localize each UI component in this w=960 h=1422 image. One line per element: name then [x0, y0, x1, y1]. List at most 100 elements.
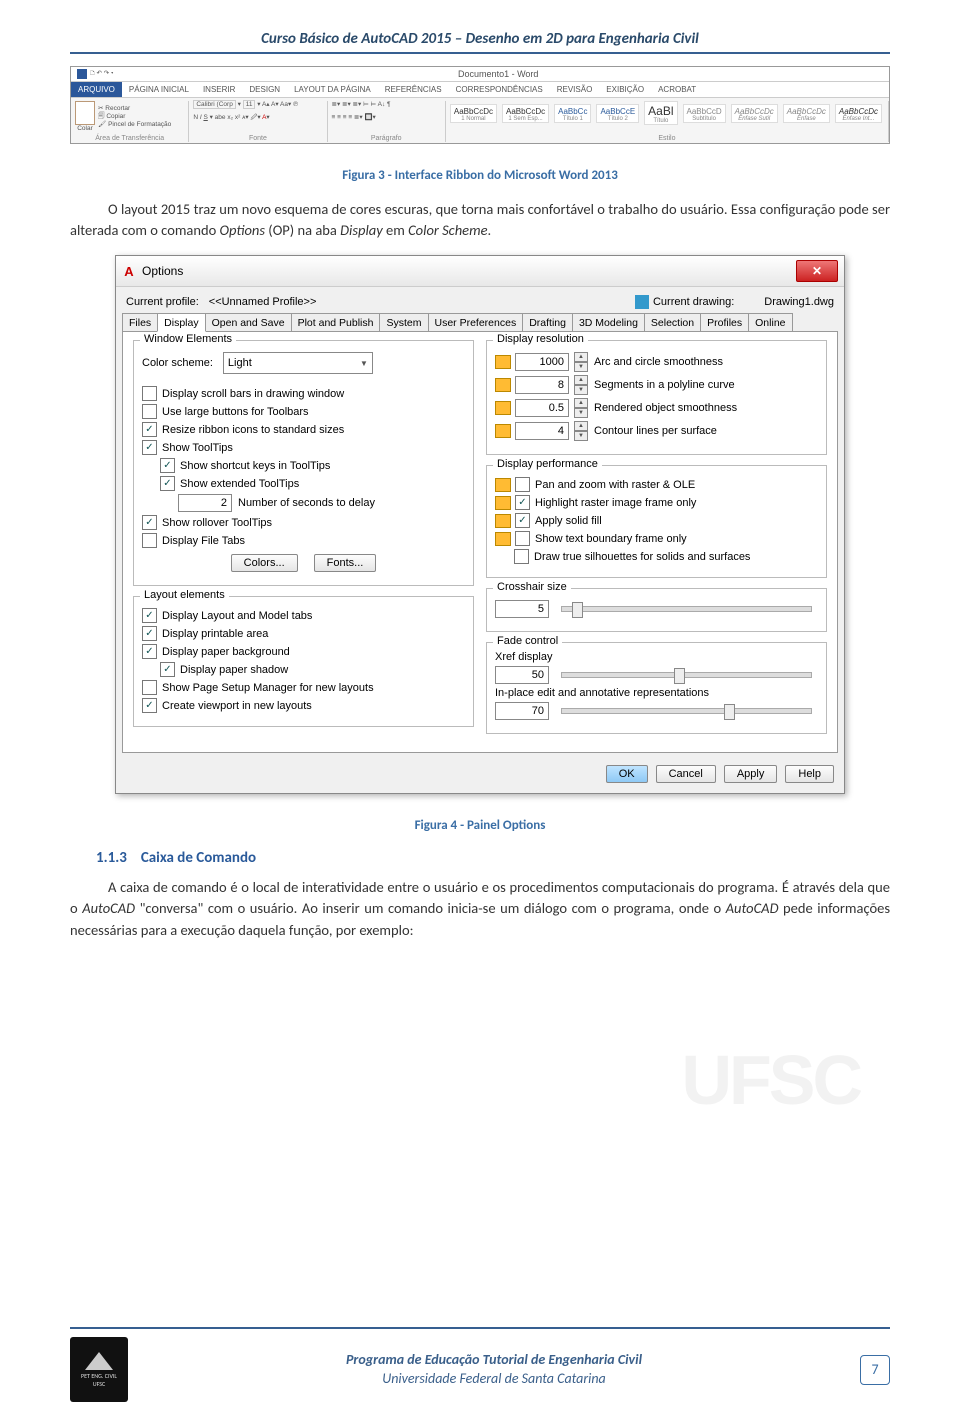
drawing-override-icon	[495, 401, 511, 415]
tab-display[interactable]: Display	[157, 313, 205, 332]
tab-online[interactable]: Online	[748, 313, 792, 332]
checkbox[interactable]	[142, 533, 157, 548]
checkbox[interactable]	[142, 515, 157, 530]
drawing-override-icon	[495, 424, 511, 438]
delay-input[interactable]: 2	[178, 494, 232, 512]
word-tab[interactable]: EXIBIÇÃO	[599, 82, 651, 97]
tab-plot[interactable]: Plot and Publish	[291, 313, 381, 332]
tab-system[interactable]: System	[379, 313, 428, 332]
tab-user-pref[interactable]: User Preferences	[428, 313, 524, 332]
word-tab[interactable]: LAYOUT DA PÁGINA	[287, 82, 378, 97]
word-tab-arquivo[interactable]: ARQUIVO	[71, 82, 122, 97]
colors-button[interactable]: Colors...	[231, 554, 298, 572]
qat: 🗅 ↶ ↷ ▾	[90, 70, 113, 78]
drawing-override-icon	[495, 478, 511, 492]
xref-slider[interactable]	[561, 672, 812, 678]
figure-4-caption: Figura 4 - Painel Options	[70, 818, 890, 833]
rend-input[interactable]: 0.5	[515, 399, 569, 417]
checkbox[interactable]	[515, 495, 530, 510]
checkbox-label: Show extended ToolTips	[180, 478, 299, 490]
dialog-title: Options	[142, 264, 796, 278]
crosshair-slider[interactable]	[561, 606, 812, 612]
drawing-label: Current drawing:	[653, 296, 734, 308]
style-gallery[interactable]: AaBbCcDc1 Normal AaBbCcDc1 Sem Esp... Aa…	[450, 101, 884, 125]
tab-3d[interactable]: 3D Modeling	[572, 313, 645, 332]
checkbox[interactable]	[142, 386, 157, 401]
checkbox[interactable]	[515, 477, 530, 492]
checkbox-label: Show Page Setup Manager for new layouts	[162, 682, 374, 694]
word-tab[interactable]: ACROBAT	[651, 82, 703, 97]
inplace-slider[interactable]	[561, 708, 812, 714]
tab-open-save[interactable]: Open and Save	[205, 313, 292, 332]
help-button[interactable]: Help	[785, 765, 834, 783]
header-rule	[70, 52, 890, 54]
seg-input[interactable]: 8	[515, 376, 569, 394]
checkbox[interactable]	[160, 662, 175, 677]
font-name[interactable]: Calibri (Corp	[193, 100, 235, 109]
crosshair-input[interactable]: 5	[495, 600, 549, 618]
checkbox[interactable]	[142, 680, 157, 695]
word-tab[interactable]: INSERIR	[196, 82, 242, 97]
cont-input[interactable]: 4	[515, 422, 569, 440]
word-tab[interactable]: REVISÃO	[550, 82, 600, 97]
xref-input[interactable]: 50	[495, 666, 549, 684]
pet-logo: PET ENG. CIVIL UFSC	[70, 1337, 128, 1402]
checkbox-label: Resize ribbon icons to standard sizes	[162, 424, 344, 436]
field-label: Rendered object smoothness	[594, 402, 737, 414]
tab-files[interactable]: Files	[122, 313, 158, 332]
checkbox[interactable]	[142, 440, 157, 455]
checkbox[interactable]	[515, 531, 530, 546]
crosshair-legend: Crosshair size	[493, 581, 571, 593]
checkbox[interactable]	[142, 404, 157, 419]
window-elements-legend: Window Elements	[140, 333, 236, 345]
layout-elements-legend: Layout elements	[140, 589, 229, 601]
paste-label: Colar	[75, 125, 95, 133]
display-resolution-legend: Display resolution	[493, 333, 588, 345]
figure-3-caption: Figura 3 - Interface Ribbon do Microsoft…	[70, 168, 890, 183]
inplace-input[interactable]: 70	[495, 702, 549, 720]
font-size[interactable]: 11	[243, 100, 256, 109]
tab-selection[interactable]: Selection	[644, 313, 701, 332]
color-scheme-label: Color scheme:	[142, 357, 213, 369]
checkbox-label: Display paper shadow	[180, 664, 288, 676]
checkbox[interactable]	[142, 608, 157, 623]
apply-button[interactable]: Apply	[724, 765, 778, 783]
word-tab[interactable]: CORRESPONDÊNCIAS	[449, 82, 550, 97]
checkbox-label: Display File Tabs	[162, 535, 245, 547]
paragraph-1: O layout 2015 traz um novo esquema de co…	[70, 199, 890, 241]
ok-button[interactable]: OK	[606, 765, 648, 783]
color-scheme-select[interactable]: Light▼	[223, 352, 373, 374]
profile-label: Current profile:	[126, 296, 199, 308]
checkbox[interactable]	[142, 698, 157, 713]
checkbox[interactable]	[515, 513, 530, 528]
checkbox[interactable]	[142, 422, 157, 437]
checkbox[interactable]	[160, 458, 175, 473]
close-icon[interactable]: ✕	[796, 260, 838, 282]
tab-profiles[interactable]: Profiles	[700, 313, 749, 332]
checkbox-label: Use large buttons for Toolbars	[162, 406, 309, 418]
checkbox-label: Display paper background	[162, 646, 290, 658]
checkbox[interactable]	[514, 549, 529, 564]
checkbox[interactable]	[142, 644, 157, 659]
fonts-button[interactable]: Fonts...	[314, 554, 377, 572]
checkbox-label: Highlight raster image frame only	[535, 497, 696, 509]
word-tab[interactable]: PÁGINA INICIAL	[122, 82, 196, 97]
word-icon	[77, 69, 87, 79]
word-ribbon-figure: 🗅 ↶ ↷ ▾ Documento1 - Word ARQUIVO PÁGINA…	[70, 66, 890, 144]
xref-label: Xref display	[495, 651, 818, 663]
page-footer: PET ENG. CIVIL UFSC Programa de Educação…	[70, 1327, 890, 1402]
arc-input[interactable]: 1000	[515, 353, 569, 371]
word-tab[interactable]: DESIGN	[242, 82, 287, 97]
checkbox-label: Display scroll bars in drawing window	[162, 388, 344, 400]
checkbox[interactable]	[160, 476, 175, 491]
tab-drafting[interactable]: Drafting	[522, 313, 573, 332]
checkbox[interactable]	[142, 626, 157, 641]
inplace-label: In-place edit and annotative representat…	[495, 687, 818, 699]
page-header-title: Curso Básico de AutoCAD 2015 – Desenho e…	[70, 30, 890, 48]
checkbox-label: Show shortcut keys in ToolTips	[180, 460, 330, 472]
cancel-button[interactable]: Cancel	[656, 765, 716, 783]
paste-icon[interactable]	[75, 101, 95, 125]
fade-legend: Fade control	[493, 635, 562, 647]
word-tab[interactable]: REFERÊNCIAS	[378, 82, 449, 97]
ufsc-watermark: UFSC	[681, 1040, 860, 1120]
